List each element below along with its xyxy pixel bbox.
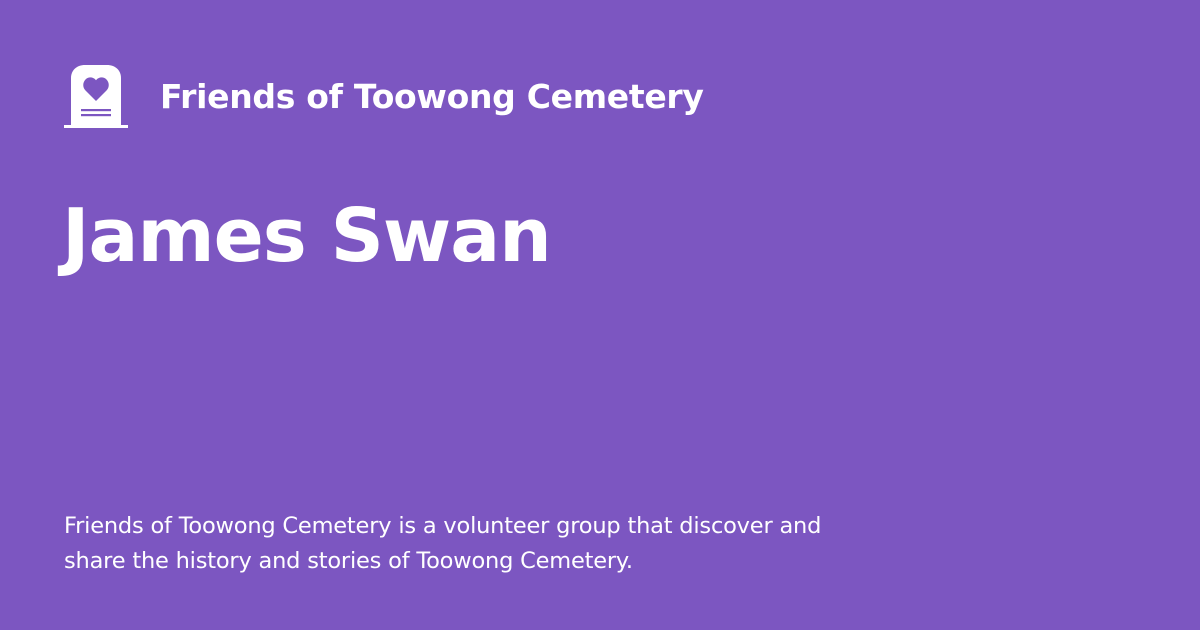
page-title: James Swan [62,193,552,279]
org-name: Friends of Toowong Cemetery [160,76,704,116]
gravestone-heart-icon [64,65,128,128]
page-description: Friends of Toowong Cemetery is a volunte… [64,513,822,574]
site-header: Friends of Toowong Cemetery [64,64,704,128]
